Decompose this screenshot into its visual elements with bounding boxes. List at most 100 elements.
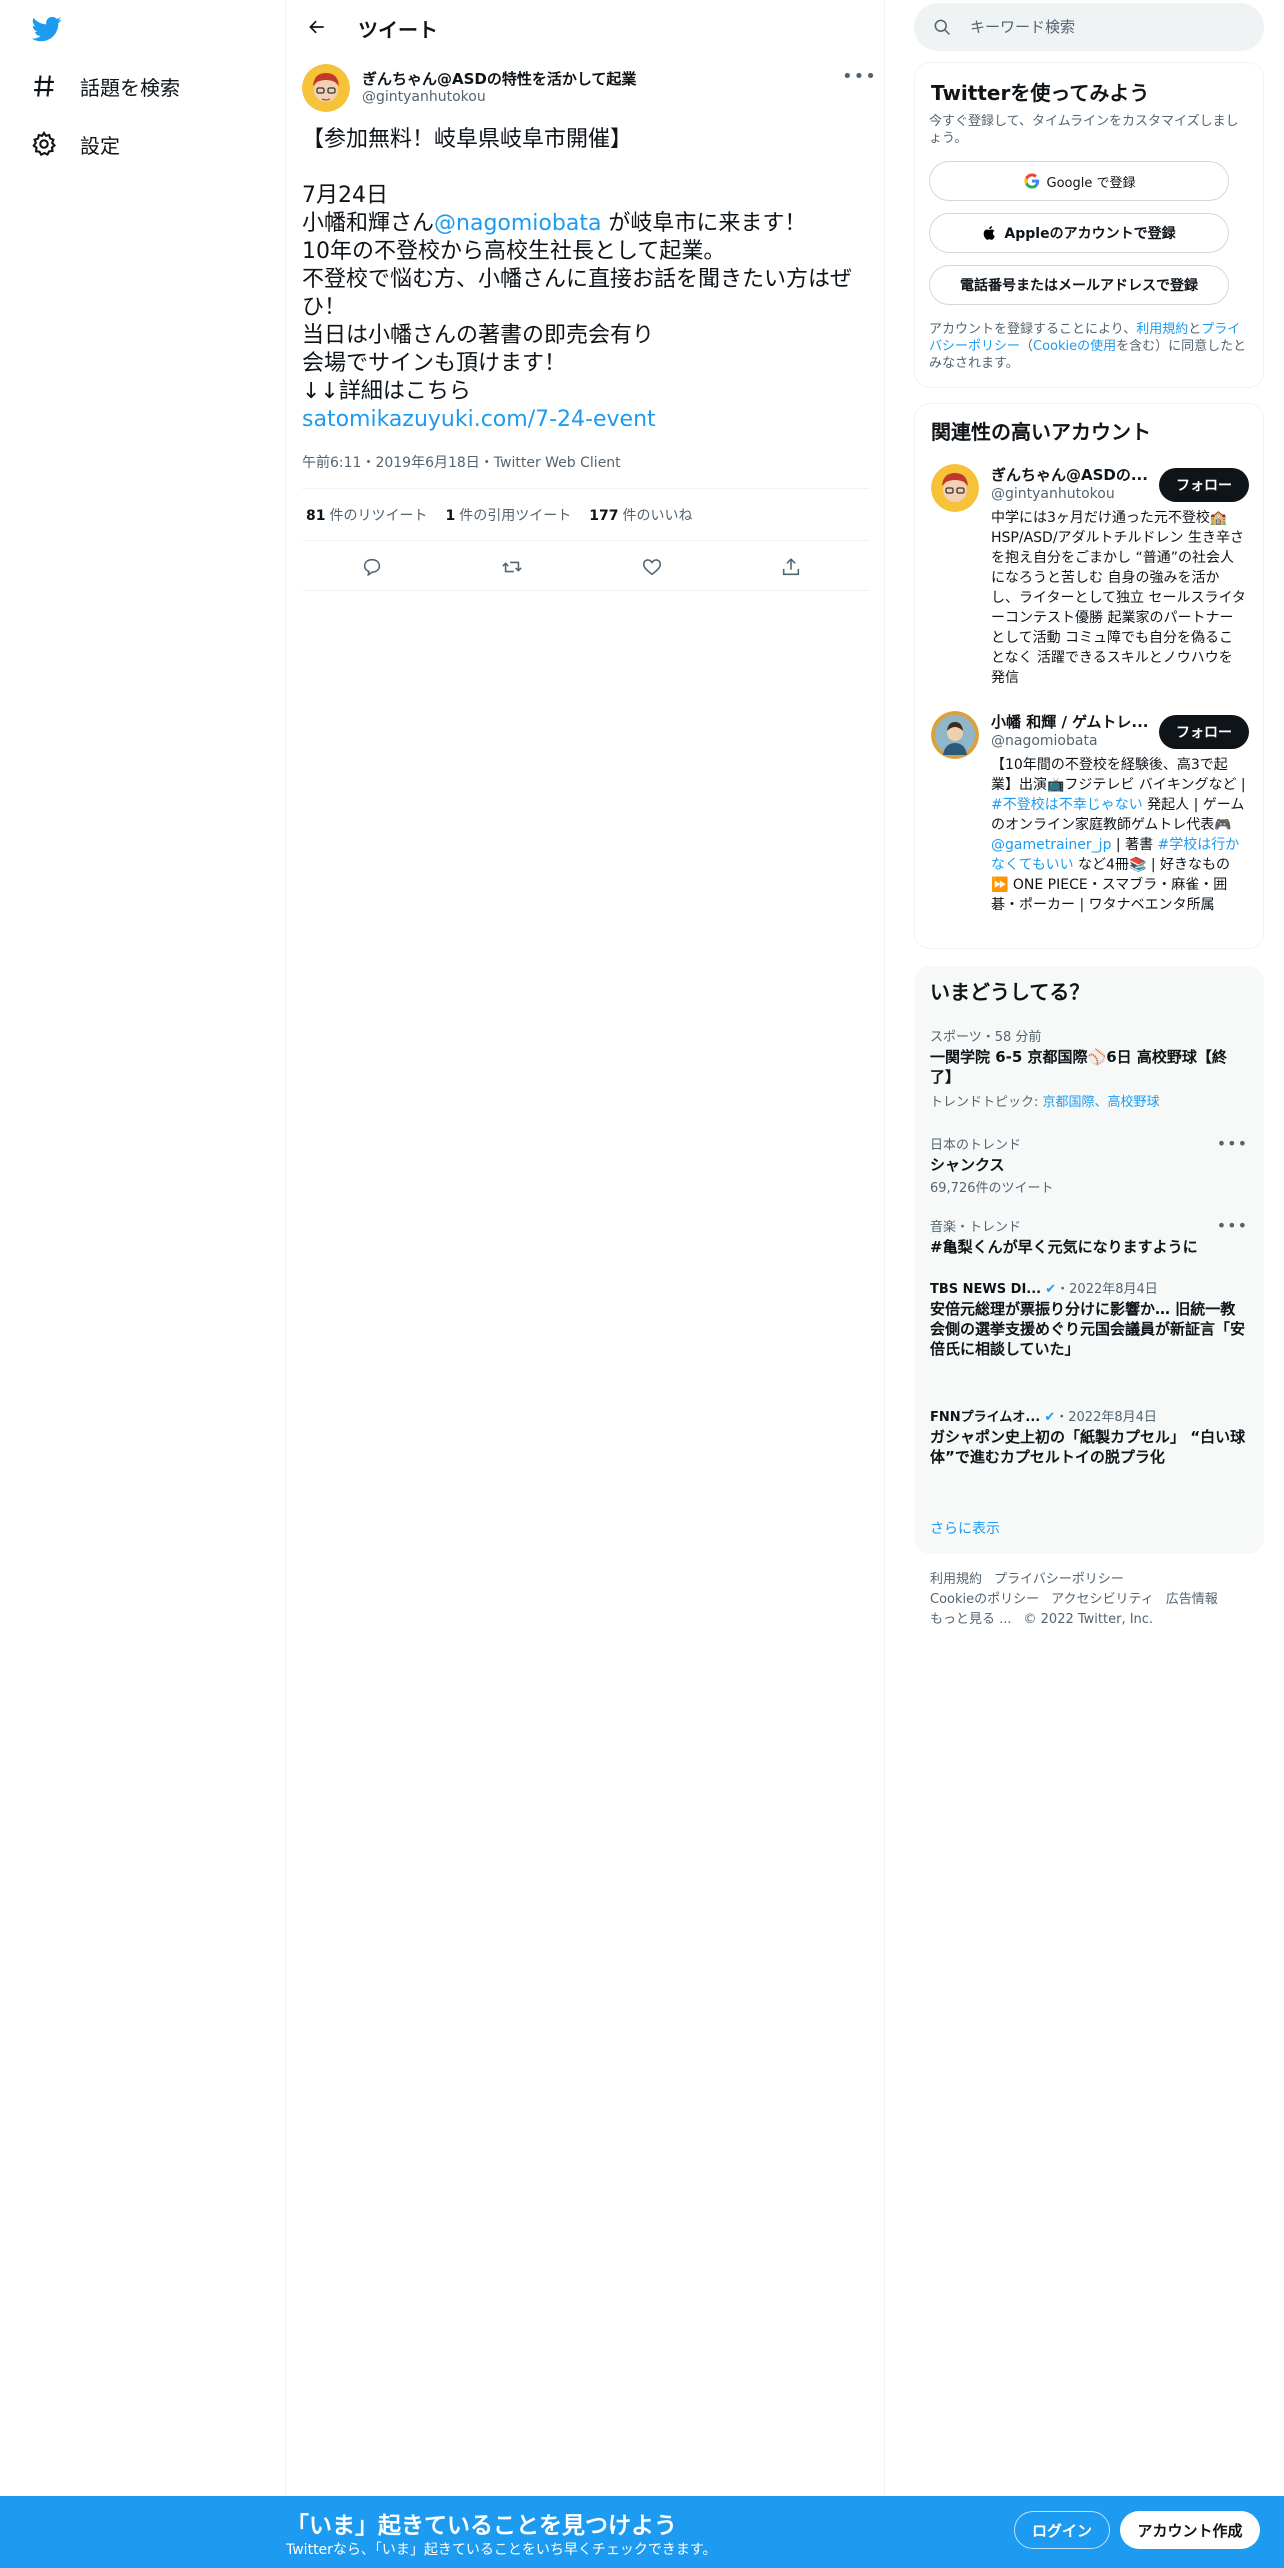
related-accounts-card: 関連性の高いアカウント ぎんちゃん@ASDの... @gintyanhutoko… — [914, 403, 1264, 949]
phone-email-signup-label: 電話番号またはメールアドレスで登録 — [960, 278, 1198, 294]
search-box[interactable] — [914, 3, 1264, 51]
tweet-external-link[interactable]: satomikazuyuki.com/7-24-event — [302, 406, 872, 434]
tweet-line: 当日は小幡さんの著書の即売会有り — [302, 323, 655, 348]
nav-settings-label: 設定 — [80, 133, 120, 158]
divider — [302, 488, 869, 489]
mention-link[interactable]: @nagomiobata — [434, 211, 601, 236]
trends-title: いまどうしてる？ — [930, 980, 1090, 1004]
tweet-line: 小幡和輝さん@nagomiobata が岐阜市に来ます！ — [302, 210, 872, 238]
trend-more-icon[interactable]: ••• — [1217, 1134, 1248, 1153]
tweet-line: 【参加無料！岐阜県岐阜市開催】 — [302, 127, 633, 152]
main-column: ツイート ぎんちゃん@ASDの特性を活かして起業 @gintyanhutokou… — [286, 0, 885, 2496]
trend-title: #亀梨くんが早く元気になりますように — [930, 1238, 1198, 1256]
mention-link[interactable]: @gametrainer_jp — [991, 837, 1111, 853]
like-button[interactable] — [635, 550, 669, 584]
retweets-stat[interactable]: 81 件のリツイート — [306, 505, 427, 525]
signup-button[interactable]: アカウント作成 — [1120, 2511, 1260, 2549]
trend-category: 音楽・トレンド — [930, 1220, 1022, 1235]
bottom-bar-title: 「いま」起きていることを見つけよう — [286, 2513, 677, 2539]
tweet-timestamp[interactable]: 午前6:11・2019年6月18日・Twitter Web Client — [302, 452, 621, 472]
trend-item[interactable]: 日本のトレンド シャンクス 69,726件のツイート ••• — [930, 1134, 1248, 1196]
tweet-line: ↓↓詳細はこちら — [302, 379, 471, 404]
tweet-line-text: 小幡和輝さん — [302, 211, 435, 236]
terms-link[interactable]: 利用規約 — [1136, 322, 1188, 337]
trend-item[interactable]: スポーツ・58 分前 一関学院 6-5 京都国際⚾6日 高校野球【終了】 トレン… — [930, 1026, 1248, 1110]
heart-icon — [642, 559, 662, 576]
tweet-line: 10年の不登校から高校生社長として起業。 — [302, 239, 726, 264]
hashtag-link[interactable]: #不登校は不幸じゃない — [991, 797, 1143, 813]
footer-link[interactable]: プライバシーポリシー — [994, 1572, 1124, 1587]
bottom-bar-subtitle: Twitterなら、「いま」起きていることをいち早くチェックできます。 — [286, 2542, 717, 2558]
apple-signup-button[interactable]: Appleのアカウントで登録 — [929, 213, 1229, 253]
reply-button[interactable] — [355, 550, 389, 584]
tweet-line: 7月24日 — [302, 183, 388, 208]
likes-stat[interactable]: 177 件のいいね — [589, 505, 692, 525]
phone-email-signup-button[interactable]: 電話番号またはメールアドレスで登録 — [929, 265, 1229, 305]
related-account-handle[interactable]: @nagomiobata — [991, 733, 1098, 749]
footer-link[interactable]: もっと見る ... — [930, 1612, 1012, 1627]
trend-category: スポーツ・58 分前 — [930, 1030, 1042, 1045]
page-title: ツイート — [358, 18, 438, 42]
signup-card-title: Twitterを使ってみよう — [931, 81, 1150, 105]
trend-tweet-count: 69,726件のツイート — [930, 1181, 1054, 1196]
footer-links: 利用規約 プライバシーポリシー Cookieのポリシー アクセシビリティ 広告情報 も… — [930, 1570, 1260, 1630]
login-button[interactable]: ログイン — [1014, 2511, 1110, 2549]
trend-title: 一関学院 6-5 京都国際⚾6日 高校野球【終了】 — [930, 1048, 1227, 1086]
related-account-name[interactable]: 小幡 和輝 / ゲムトレ... — [991, 711, 1151, 732]
news-title: ガシャポン史上初の「紙製カプセル」 “白い球体”で進むカプセルトイの脱プラ化 — [930, 1428, 1246, 1466]
news-item[interactable]: FNNプライムオ... ✔・2022年8月4日 ガシャポン史上初の「紙製カプセル… — [930, 1406, 1248, 1467]
related-accounts-title: 関連性の高いアカウント — [931, 420, 1151, 444]
trend-more-icon[interactable]: ••• — [1217, 1216, 1248, 1235]
apple-icon — [984, 226, 996, 240]
signup-card: Twitterを使ってみよう 今すぐ登録して、タイムラインをカスタマイズしましょ… — [914, 62, 1264, 388]
hashtag-icon — [34, 75, 54, 97]
left-nav: 話題を検索 設定 — [0, 0, 286, 2496]
follow-button[interactable]: フォロー — [1159, 468, 1249, 502]
search-input[interactable] — [970, 15, 1240, 39]
retweet-button[interactable] — [495, 550, 529, 584]
reply-icon — [363, 558, 381, 577]
more-options-icon[interactable]: ••• — [842, 66, 876, 87]
copyright: © 2022 Twitter, Inc. — [1023, 1612, 1154, 1627]
tweet-author-avatar[interactable] — [302, 64, 350, 112]
follow-button[interactable]: フォロー — [1159, 715, 1249, 749]
twitter-logo-icon[interactable] — [30, 14, 64, 44]
news-source: TBS NEWS DI... ✔・2022年8月4日 — [930, 1282, 1158, 1297]
cookie-link[interactable]: Cookieの使用 — [1033, 339, 1116, 354]
tweet-author-name[interactable]: ぎんちゃん@ASDの特性を活かして起業 — [362, 68, 636, 89]
share-icon — [782, 558, 800, 576]
tweet-stats: 81 件のリツイート 1 件の引用ツイート 177 件のいいね — [306, 505, 692, 525]
verified-badge-icon: ✔ — [1044, 1410, 1056, 1425]
news-title: 安倍元総理が票振り分けに影響か… 旧統一教会側の選挙支援めぐり元国会議員が新証言… — [930, 1300, 1246, 1358]
share-button[interactable] — [774, 550, 808, 584]
nav-explore-label: 話題を検索 — [80, 75, 180, 100]
tweet-line-text: が岐阜市に来ます！ — [601, 211, 807, 236]
trend-item[interactable]: 音楽・トレンド #亀梨くんが早く元気になりますように ••• — [930, 1216, 1248, 1257]
related-account-name[interactable]: ぎんちゃん@ASDの... — [991, 464, 1151, 485]
back-button[interactable] — [300, 12, 334, 42]
related-account-bio: 【10年間の不登校を経験後、高3で起業】出演📺フジテレビ バイキングなど | #… — [991, 757, 1246, 913]
nav-explore[interactable]: 話題を検索 — [30, 66, 180, 106]
quotes-stat[interactable]: 1 件の引用ツイート — [445, 505, 571, 525]
google-signup-button[interactable]: Google で登録 — [929, 161, 1229, 201]
footer-link[interactable]: 利用規約 — [930, 1572, 982, 1587]
verified-badge-icon: ✔ — [1045, 1282, 1057, 1297]
trend-title: シャンクス — [930, 1156, 1005, 1174]
footer-link[interactable]: 広告情報 — [1166, 1592, 1218, 1607]
tweet-author-handle[interactable]: @gintyanhutokou — [362, 89, 486, 105]
show-more-link[interactable]: さらに表示 — [930, 1518, 1000, 1538]
divider — [302, 540, 869, 541]
related-account-handle[interactable]: @gintyanhutokou — [991, 486, 1115, 502]
gear-icon — [32, 130, 57, 157]
nav-settings[interactable]: 設定 — [30, 124, 120, 164]
related-account-avatar[interactable] — [931, 464, 979, 512]
divider — [302, 590, 869, 591]
related-account-avatar[interactable] — [931, 711, 979, 759]
news-item[interactable]: TBS NEWS DI... ✔・2022年8月4日 安倍元総理が票振り分けに影… — [930, 1278, 1248, 1359]
trends-card: いまどうしてる？ スポーツ・58 分前 一関学院 6-5 京都国際⚾6日 高校野… — [914, 966, 1264, 1554]
related-account-bio: 中学には3ヶ月だけ通った元不登校🏫HSP/ASD/アダルトチルドレン 生き辛さを… — [991, 510, 1246, 686]
footer-link[interactable]: アクセシビリティ — [1051, 1592, 1154, 1607]
footer-link[interactable]: Cookieのポリシー — [930, 1592, 1039, 1607]
trend-topic-links[interactable]: 京都国際、高校野球 — [1043, 1095, 1160, 1110]
signup-card-subtitle: 今すぐ登録して、タイムラインをカスタマイズしましょう。 — [929, 114, 1239, 146]
